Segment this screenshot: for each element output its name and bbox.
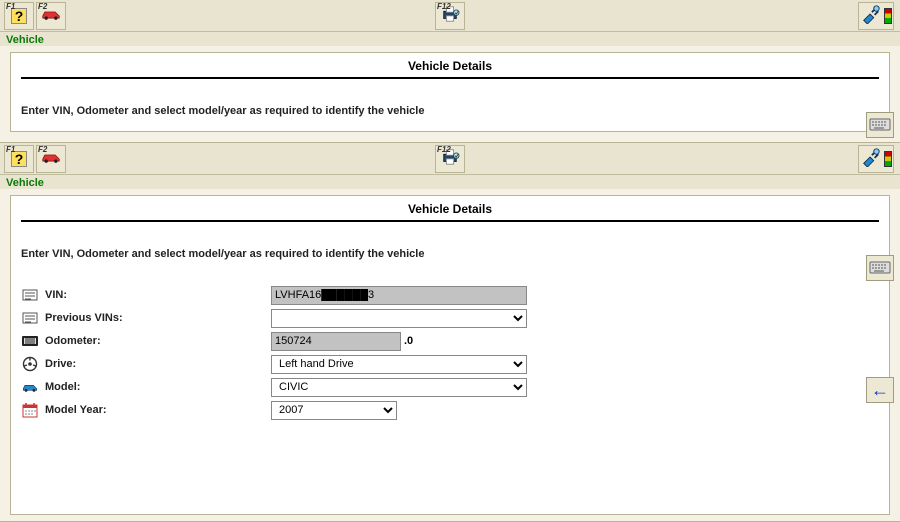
print-button[interactable]: F12 xyxy=(435,145,465,173)
car-icon xyxy=(21,381,39,393)
vin-icon xyxy=(21,311,39,325)
vehicle-button[interactable]: F2 xyxy=(36,145,66,173)
model-select[interactable]: CIVIC xyxy=(271,378,527,397)
drive-select[interactable]: Left hand Drive xyxy=(271,355,527,374)
prev-vins-label: Previous VINs: xyxy=(21,311,271,325)
details-panel: Vehicle Details Enter VIN, Odometer and … xyxy=(10,195,890,515)
panel-title: Vehicle Details xyxy=(21,200,879,222)
odometer-input[interactable] xyxy=(271,332,401,351)
prev-vins-select[interactable] xyxy=(271,309,527,328)
plug-icon xyxy=(860,4,882,27)
help-button[interactable]: F1 ? xyxy=(4,2,34,30)
keyboard-button[interactable] xyxy=(866,112,894,138)
back-button[interactable]: ← xyxy=(866,377,894,403)
vehicle-form: VIN: Previous VINs: xyxy=(17,270,883,432)
vehicle-button[interactable]: F2 xyxy=(36,2,66,30)
steering-icon xyxy=(21,356,39,372)
print-button[interactable]: F12 xyxy=(435,2,465,30)
odometer-icon xyxy=(21,335,39,347)
details-panel: Vehicle Details Enter VIN, Odometer and … xyxy=(10,52,890,132)
vin-label: VIN: xyxy=(21,288,271,302)
vin-input[interactable] xyxy=(271,286,527,305)
traffic-light-icon xyxy=(884,8,892,24)
panel-title: Vehicle Details xyxy=(21,57,879,79)
section-label: Vehicle xyxy=(0,32,900,46)
instruction-text: Enter VIN, Odometer and select model/yea… xyxy=(17,83,883,127)
model-year-label: Model Year: xyxy=(21,402,271,418)
keyboard-icon xyxy=(869,117,891,134)
toolbar-top: F1 ? F2 F12 xyxy=(0,0,900,32)
arrow-left-icon: ← xyxy=(871,380,889,401)
model-label: Model: xyxy=(21,381,271,393)
keyboard-button[interactable] xyxy=(866,255,894,281)
odometer-label: Odometer: xyxy=(21,335,271,347)
keyboard-icon xyxy=(869,260,891,277)
drive-label: Drive: xyxy=(21,356,271,372)
vin-icon xyxy=(21,288,39,302)
traffic-light-icon xyxy=(884,151,892,167)
toolbar-bottom: F1 ? F2 F12 xyxy=(0,143,900,175)
plug-icon xyxy=(860,147,882,170)
help-button[interactable]: F1 ? xyxy=(4,145,34,173)
diagnostic-button[interactable] xyxy=(858,145,894,173)
instruction-text: Enter VIN, Odometer and select model/yea… xyxy=(17,226,883,270)
model-year-select[interactable]: 2007 xyxy=(271,401,397,420)
section-label: Vehicle xyxy=(0,175,900,189)
odometer-suffix: .0 xyxy=(404,335,413,347)
calendar-icon xyxy=(21,402,39,418)
diagnostic-button[interactable] xyxy=(858,2,894,30)
